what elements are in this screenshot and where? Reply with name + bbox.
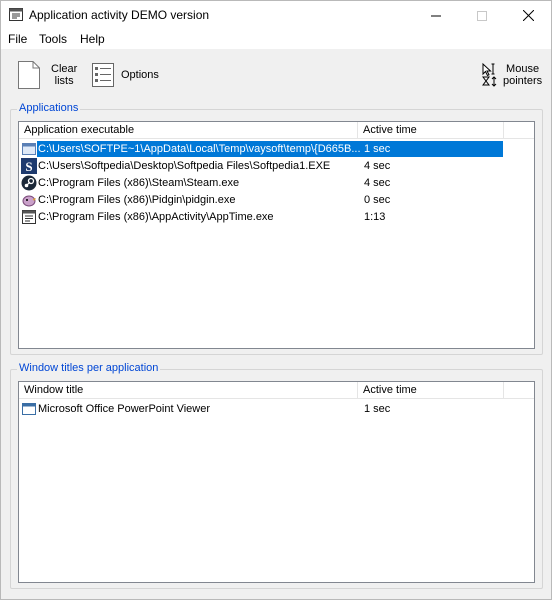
applications-legend: Applications xyxy=(17,102,81,114)
options-label: Options xyxy=(121,69,159,81)
menu-bar: File Tools Help xyxy=(1,30,551,49)
generic-app-icon xyxy=(22,143,36,155)
title-bar[interactable]: Application activity DEMO version xyxy=(1,1,551,30)
mouse-pointer-icon xyxy=(482,62,497,87)
applications-list[interactable]: Application executable Active time C:\Us… xyxy=(18,121,535,349)
application-path: C:\Program Files (x86)\Pidgin\pidgin.exe xyxy=(38,194,236,206)
column-window-title[interactable]: Window title xyxy=(19,382,358,398)
application-path: C:\Program Files (x86)\AppActivity\AppTi… xyxy=(38,211,274,223)
mouse-pointers-label-line2: pointers xyxy=(503,75,543,87)
minimize-button[interactable] xyxy=(413,1,459,30)
application-row[interactable]: C:\Program Files (x86)\Pidgin\pidgin.exe… xyxy=(19,192,534,209)
application-row[interactable]: C:\Users\SOFTPE~1\AppData\Local\Temp\vay… xyxy=(19,141,534,158)
applications-group: Applications Application executable Acti… xyxy=(10,102,543,355)
application-row[interactable]: S C:\Users\Softpedia\Desktop\Softpedia F… xyxy=(19,158,534,175)
steam-icon xyxy=(21,175,37,191)
clear-lists-label-line1: Clear xyxy=(51,63,78,75)
applications-list-header: Application executable Active time xyxy=(19,122,534,139)
close-icon xyxy=(522,10,534,21)
application-active-time: 4 sec xyxy=(364,160,391,172)
mouse-pointers-button[interactable]: Mouse pointers xyxy=(481,57,542,93)
window-titles-legend: Window titles per application xyxy=(17,362,161,374)
menu-file[interactable]: File xyxy=(7,32,28,46)
maximize-button[interactable] xyxy=(459,1,505,30)
menu-help[interactable]: Help xyxy=(79,32,106,46)
application-active-time: 4 sec xyxy=(364,177,391,189)
application-row[interactable]: C:\Program Files (x86)\Steam\Steam.exe 4… xyxy=(19,175,534,192)
app-icon xyxy=(9,8,23,21)
blank-page-icon xyxy=(18,61,40,89)
window-titles-list-header: Window title Active time xyxy=(19,382,534,399)
application-row[interactable]: C:\Program Files (x86)\AppActivity\AppTi… xyxy=(19,209,534,226)
window-title-active-time: 1 sec xyxy=(364,403,391,415)
column-active-time[interactable]: Active time xyxy=(358,122,504,138)
application-active-time: 1 sec xyxy=(364,143,391,155)
application-path: C:\Users\SOFTPE~1\AppData\Local\Temp\vay… xyxy=(38,143,361,155)
app-window: Application activity DEMO version File T… xyxy=(0,0,552,600)
options-button[interactable]: Options xyxy=(91,57,159,93)
application-path: C:\Users\Softpedia\Desktop\Softpedia Fil… xyxy=(38,160,331,172)
apptime-icon xyxy=(22,210,36,224)
clear-lists-label-line2: lists xyxy=(54,75,74,87)
application-active-time: 0 sec xyxy=(364,194,391,206)
options-icon xyxy=(92,63,114,87)
window-title-row[interactable]: Microsoft Office PowerPoint Viewer 1 sec xyxy=(19,401,534,418)
close-button[interactable] xyxy=(505,1,551,30)
window-titles-group: Window titles per application Window tit… xyxy=(10,362,543,589)
svg-text:S: S xyxy=(25,159,32,174)
column-application-executable[interactable]: Application executable xyxy=(19,122,358,138)
menu-tools[interactable]: Tools xyxy=(38,32,68,46)
window-icon xyxy=(22,403,36,415)
application-path: C:\Program Files (x86)\Steam\Steam.exe xyxy=(38,177,240,189)
column-active-time[interactable]: Active time xyxy=(358,382,504,398)
window-title: Application activity DEMO version xyxy=(29,8,210,22)
window-titles-list[interactable]: Window title Active time Microsoft Offic… xyxy=(18,381,535,583)
maximize-icon xyxy=(477,10,487,21)
minimize-icon xyxy=(431,15,441,16)
toolbar: Clear lists Options Mouse pointers xyxy=(1,49,551,99)
window-title-text: Microsoft Office PowerPoint Viewer xyxy=(38,403,210,415)
clear-lists-button[interactable]: Clear lists xyxy=(17,57,77,93)
pidgin-icon xyxy=(22,195,36,207)
mouse-pointers-label-line1: Mouse xyxy=(506,63,540,75)
application-active-time: 1:13 xyxy=(364,211,386,223)
softpedia-icon: S xyxy=(21,158,37,174)
